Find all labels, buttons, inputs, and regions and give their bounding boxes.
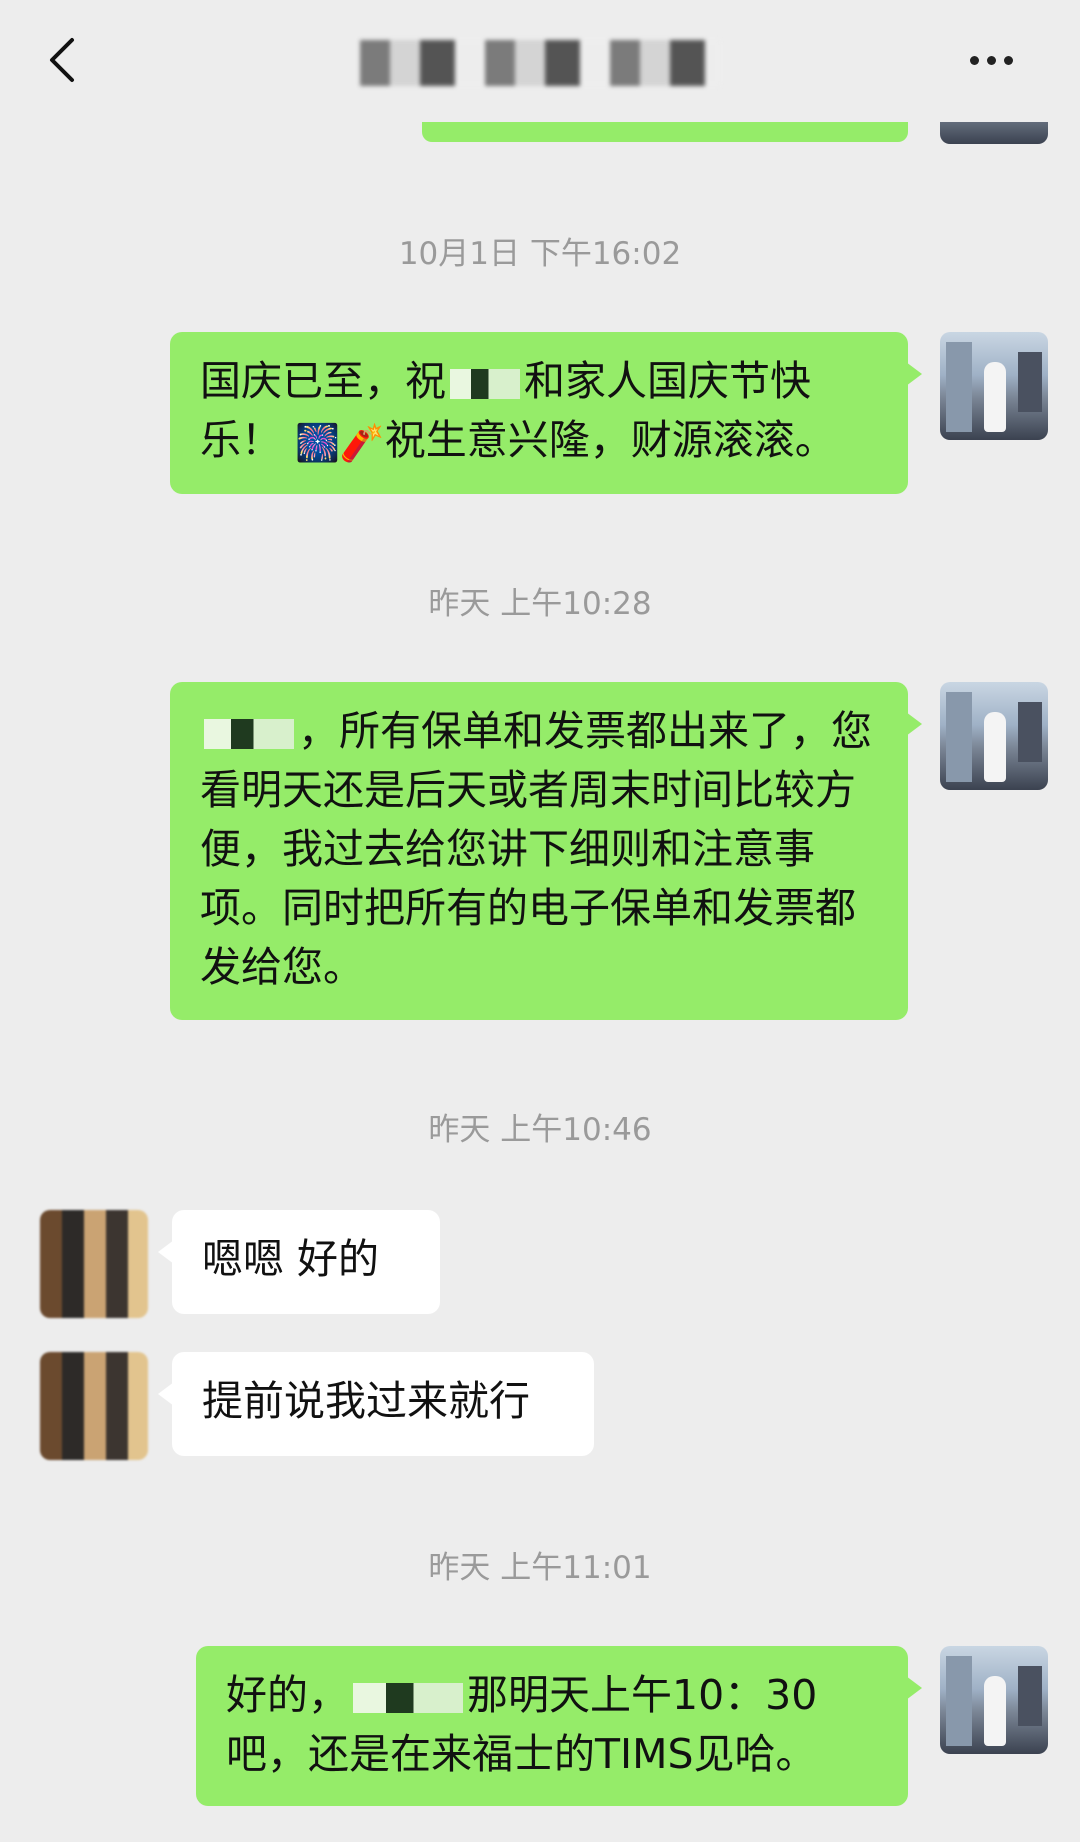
self-avatar[interactable]	[940, 682, 1048, 790]
message-bubble-out[interactable]: ，所有保单和发票都出来了，您看明天还是后天或者周末时间比较方便，我过去给您讲下细…	[170, 682, 922, 1020]
message-bubble-out[interactable]: 国庆已至，祝 和家人国庆节快乐！ 🎆🧨祝生意兴隆，财源滚滚。	[170, 332, 922, 494]
message-text: 祝生意兴隆，财源滚滚。	[384, 416, 836, 464]
contact-avatar[interactable]	[40, 1210, 148, 1318]
redacted-contact-name	[360, 40, 720, 86]
fireworks-emoji: 🎆	[295, 422, 340, 464]
self-avatar[interactable]	[940, 1646, 1048, 1754]
chat-message-list[interactable]: 10月1日 下午16:02 国庆已至，祝 和家人国庆节快乐！ 🎆🧨祝生意兴隆，财源…	[0, 0, 1080, 1842]
chat-header	[0, 0, 1080, 122]
firecracker-emoji: 🧨	[339, 422, 385, 464]
timestamp: 昨天 上午10:46	[428, 1112, 652, 1148]
redacted-name	[353, 1683, 463, 1713]
timestamp: 昨天 上午11:01	[428, 1550, 652, 1586]
message-text: 嗯嗯 好的	[202, 1235, 380, 1283]
timestamp: 10月1日 下午16:02	[398, 236, 682, 272]
self-avatar[interactable]	[940, 332, 1048, 440]
chat-title	[0, 38, 1080, 86]
redacted-name	[450, 369, 520, 399]
message-text: 好的，	[226, 1671, 349, 1719]
message-text: ，所有保单和发票都出来了，您看明天还是后天或者周末时间比较方便，我过去给您讲下细…	[200, 707, 872, 991]
message-bubble-out[interactable]: 好的， 那明天上午10：30吧，还是在来福士的TIMS见哈。	[196, 1646, 922, 1806]
timestamp: 昨天 上午10:28	[428, 586, 652, 622]
redacted-name	[204, 719, 294, 749]
message-bubble-in[interactable]: 嗯嗯 好的	[158, 1210, 440, 1314]
message-text: 国庆已至，祝	[200, 357, 446, 405]
contact-avatar[interactable]	[40, 1352, 148, 1460]
more-button[interactable]	[970, 50, 1030, 70]
message-bubble-in[interactable]: 提前说我过来就行	[158, 1352, 594, 1456]
more-dots-icon	[970, 56, 979, 65]
message-text: 提前说我过来就行	[202, 1377, 530, 1425]
